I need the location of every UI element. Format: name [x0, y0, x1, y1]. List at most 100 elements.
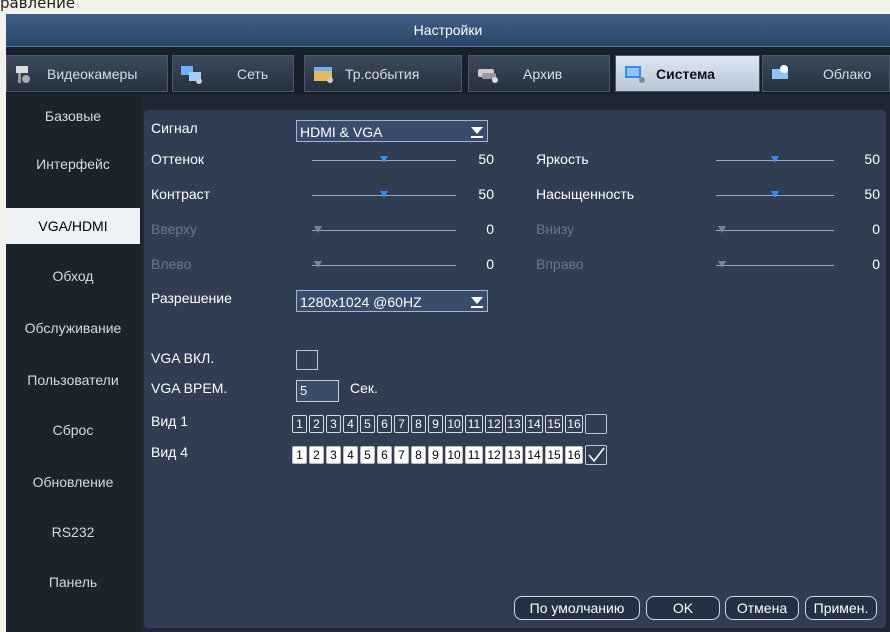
channel-button[interactable]: 5 [360, 415, 375, 433]
tab-network[interactable]: Сеть [172, 55, 294, 92]
sidebar-item-tour[interactable]: Обход [6, 258, 140, 294]
right-offset-slider [716, 259, 834, 271]
vga-on-checkbox[interactable] [296, 350, 318, 370]
channel-button[interactable]: 14 [525, 415, 543, 433]
channel-button[interactable]: 14 [525, 446, 543, 464]
hue-slider[interactable] [312, 154, 456, 166]
resolution-select[interactable]: 1280x1024 @60HZ [296, 290, 488, 312]
channel-button[interactable]: 3 [326, 446, 341, 464]
channel-button[interactable]: 2 [309, 415, 324, 433]
channel-button[interactable]: 9 [428, 415, 443, 433]
chevron-down-icon [471, 297, 483, 308]
channel-button[interactable]: 6 [377, 415, 392, 433]
channel-button[interactable]: 12 [485, 446, 503, 464]
cloud-icon [772, 64, 788, 79]
vga-hdmi-panel: Сигнал HDMI & VGA Оттенок 50 Яркость 50 … [144, 110, 886, 628]
bottom-offset-value: 0 [872, 221, 880, 237]
top-offset-label: Вверху [151, 221, 198, 237]
slider-thumb[interactable] [380, 191, 388, 198]
channel-button[interactable]: 7 [394, 415, 409, 433]
bottom-offset-slider [716, 224, 834, 236]
channel-button[interactable]: 6 [377, 446, 392, 464]
channel-button[interactable]: 16 [565, 415, 583, 433]
channel-button[interactable]: 15 [545, 415, 563, 433]
brightness-slider[interactable] [716, 154, 834, 166]
sidebar: Базовые Интерфейс VGA/HDMI Обход Обслужи… [6, 94, 142, 632]
settings-window: Настройки Видеокамеры Сеть Тр.события Ар… [6, 14, 890, 632]
channel-button[interactable]: 2 [309, 446, 324, 464]
view1-label: Вид 1 [151, 413, 189, 429]
tab-cameras[interactable]: Видеокамеры [6, 55, 168, 92]
channel-button[interactable]: 1 [292, 415, 307, 433]
sidebar-item-panel[interactable]: Панель [6, 564, 140, 600]
window-title: Настройки [6, 14, 890, 47]
tab-archive[interactable]: Архив [468, 55, 610, 92]
sidebar-item-vga-hdmi[interactable]: VGA/HDMI [6, 208, 140, 244]
channel-button[interactable]: 11 [465, 446, 483, 464]
cancel-button[interactable]: Отмена [725, 596, 799, 620]
brightness-value: 50 [864, 151, 880, 167]
channel-button[interactable]: 4 [343, 446, 358, 464]
apply-button[interactable]: Примен. [805, 596, 877, 620]
top-offset-value: 0 [486, 221, 494, 237]
ok-button[interactable]: OK [646, 596, 720, 620]
contrast-label: Контраст [151, 186, 211, 202]
contrast-slider[interactable] [312, 189, 456, 201]
saturation-slider[interactable] [716, 189, 834, 201]
sidebar-item-reset[interactable]: Сброс [6, 412, 140, 448]
channel-button[interactable]: 8 [411, 446, 426, 464]
tab-label: Архив [523, 65, 563, 82]
view4-channels: 1 2 3 4 5 6 7 8 9 10 11 12 13 14 15 16 [292, 445, 609, 465]
channel-button[interactable]: 10 [445, 415, 463, 433]
default-button[interactable]: По умолчанию [514, 596, 640, 620]
channel-button[interactable]: 3 [326, 415, 341, 433]
channel-button[interactable]: 5 [360, 446, 375, 464]
select-all-checkbox[interactable] [585, 414, 607, 434]
contrast-value: 50 [478, 186, 494, 202]
vga-time-input[interactable]: 5 [296, 380, 339, 402]
checkmark-icon [588, 447, 605, 463]
vga-time-unit: Сек. [350, 380, 378, 396]
slider-thumb[interactable] [771, 191, 779, 198]
channel-button[interactable]: 8 [411, 415, 426, 433]
left-offset-slider [312, 259, 456, 271]
channel-button[interactable]: 13 [505, 415, 523, 433]
sidebar-item-maintenance[interactable]: Обслуживание [6, 310, 140, 346]
sidebar-item-interface[interactable]: Интерфейс [6, 146, 140, 182]
channel-button[interactable]: 13 [505, 446, 523, 464]
tab-system[interactable]: Система [615, 55, 760, 92]
view4-label: Вид 4 [151, 444, 189, 460]
channel-button[interactable]: 7 [394, 446, 409, 464]
tab-label: Сеть [237, 65, 269, 82]
document-heading: равление [0, 0, 76, 12]
channel-button[interactable]: 15 [545, 446, 563, 464]
slider-track [716, 265, 834, 266]
channel-button[interactable]: 12 [485, 415, 503, 433]
channel-button[interactable]: 16 [565, 446, 583, 464]
sidebar-item-basic[interactable]: Базовые [6, 98, 140, 134]
resolution-value: 1280x1024 @60HZ [300, 294, 422, 310]
sidebar-item-update[interactable]: Обновление [6, 464, 140, 500]
slider-track [716, 230, 834, 231]
slider-thumb [718, 226, 726, 233]
signal-select[interactable]: HDMI & VGA [296, 120, 488, 142]
channel-button[interactable]: 9 [428, 446, 443, 464]
channel-button[interactable]: 4 [343, 415, 358, 433]
system-icon [625, 65, 645, 83]
signal-label: Сигнал [151, 120, 198, 136]
right-offset-label: Вправо [536, 256, 584, 272]
right-offset-value: 0 [872, 256, 880, 272]
slider-thumb[interactable] [380, 156, 388, 163]
select-all-checkbox[interactable] [585, 445, 607, 465]
sidebar-item-users[interactable]: Пользователи [6, 362, 140, 398]
vga-time-label: VGA ВРЕМ. [151, 380, 228, 396]
tab-label: Облако [823, 65, 872, 82]
slider-thumb [314, 226, 322, 233]
channel-button[interactable]: 11 [465, 415, 483, 433]
tab-events[interactable]: Тр.события [304, 55, 462, 92]
channel-button[interactable]: 1 [292, 446, 307, 464]
tab-cloud[interactable]: Облако [762, 55, 890, 92]
channel-button[interactable]: 10 [445, 446, 463, 464]
slider-thumb[interactable] [771, 156, 779, 163]
sidebar-item-rs232[interactable]: RS232 [6, 514, 140, 550]
